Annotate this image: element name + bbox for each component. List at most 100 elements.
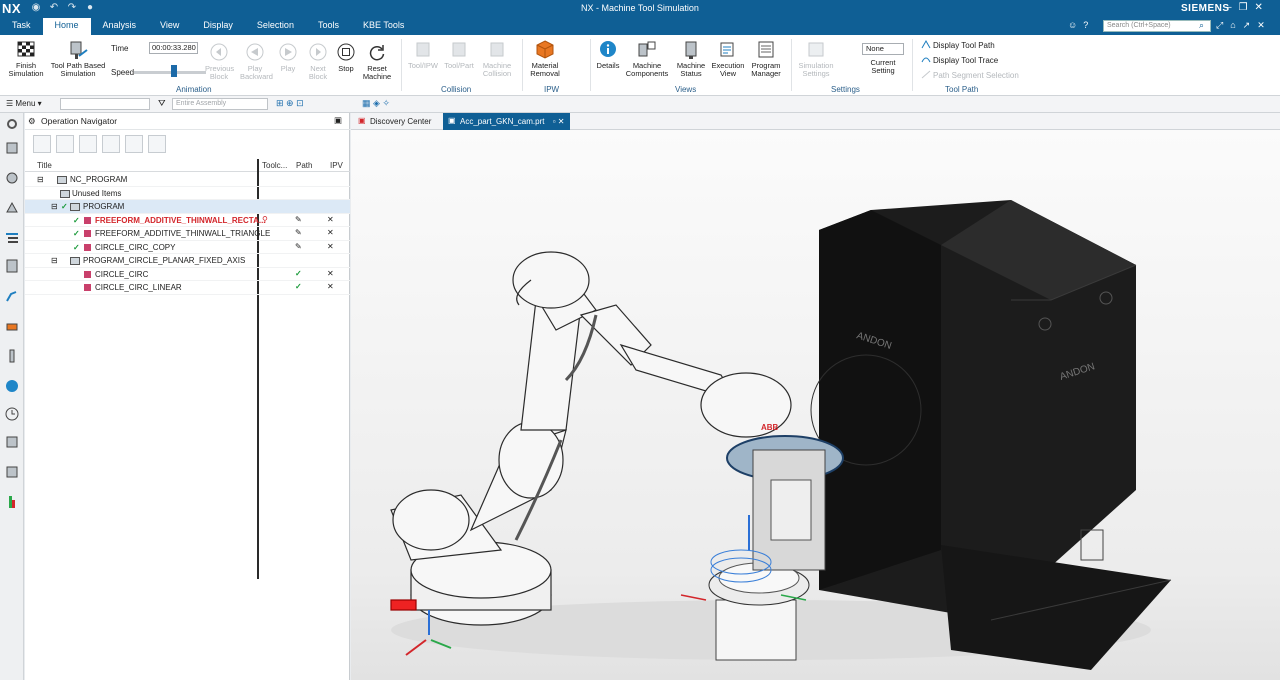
help-icon[interactable]: ? bbox=[1083, 20, 1088, 30]
machine-tool-view-icon[interactable] bbox=[56, 135, 74, 153]
column-ipv[interactable]: IPV bbox=[330, 161, 343, 170]
restore-icon[interactable]: ❐ bbox=[1239, 2, 1248, 13]
robot-navigator-icon[interactable] bbox=[4, 288, 20, 304]
tab-tools[interactable]: Tools bbox=[306, 18, 351, 35]
graphics-window[interactable]: ANDON ANDON ABB bbox=[351, 130, 1280, 680]
display-tool-trace-toggle[interactable]: Display Tool Trace bbox=[921, 55, 998, 65]
finish-simulation-button[interactable]: Finish Simulation bbox=[6, 40, 46, 78]
expand-toggle-icon[interactable]: ⊟ bbox=[51, 256, 58, 265]
display-tool-path-toggle[interactable]: Display Tool Path bbox=[921, 40, 995, 50]
command-search-input[interactable]: Search (Ctrl+Space) bbox=[1103, 20, 1211, 32]
roles-icon[interactable] bbox=[4, 464, 20, 480]
web-browser-icon[interactable] bbox=[4, 378, 20, 394]
tool-library-icon[interactable] bbox=[4, 348, 20, 364]
tab-close-icon[interactable]: ▫ ✕ bbox=[553, 117, 565, 126]
machine-tool-navigator-icon[interactable] bbox=[4, 258, 20, 274]
machine-status-button[interactable]: Machine Status bbox=[674, 40, 708, 78]
smiley-icon[interactable]: ☺ bbox=[1068, 20, 1077, 30]
tool-ipw-icon bbox=[416, 42, 430, 57]
tree-row-operation[interactable]: ✓ FREEFORM_ADDITIVE_THINWALL_RECTA... ⚲ … bbox=[25, 214, 350, 227]
views-group-label: Views bbox=[675, 85, 697, 94]
machine-components-button[interactable]: Machine Components bbox=[624, 40, 670, 78]
reset-machine-button[interactable]: Reset Machine bbox=[360, 43, 394, 81]
expand-icon[interactable]: ⤢ bbox=[1216, 20, 1223, 31]
program-order-view-icon[interactable] bbox=[33, 135, 51, 153]
tool-part-collision-button[interactable]: Tool/Part bbox=[442, 40, 476, 70]
expand-toggle-icon[interactable]: ⊟ bbox=[37, 175, 44, 184]
scope-select[interactable]: Entire Assembly bbox=[172, 98, 268, 110]
play-button[interactable]: Play bbox=[276, 43, 300, 73]
tree-row-unused-items[interactable]: Unused Items bbox=[25, 187, 350, 200]
time-input[interactable]: 00:00:33.280 bbox=[149, 42, 198, 54]
feature-view-icon[interactable] bbox=[125, 135, 143, 153]
speed-slider-thumb[interactable] bbox=[170, 65, 177, 77]
play-backward-button[interactable]: Play Backward bbox=[240, 43, 273, 81]
setting-select[interactable]: None bbox=[862, 43, 904, 55]
reuse-library-icon[interactable] bbox=[4, 200, 20, 216]
tab-selection[interactable]: Selection bbox=[245, 18, 306, 35]
type-filter-select[interactable] bbox=[60, 98, 150, 110]
palette-icon[interactable] bbox=[4, 494, 20, 510]
simulation-settings-button[interactable]: Simulation Settings bbox=[796, 40, 836, 78]
tree-row-program[interactable]: ⊟ ✓ PROGRAM bbox=[25, 200, 350, 214]
folder-icon bbox=[60, 189, 70, 198]
current-setting-button[interactable]: Current Setting bbox=[864, 59, 902, 75]
tree-row-nc-program[interactable]: ⊟ NC_PROGRAM bbox=[25, 173, 350, 187]
window-title: NX - Machine Tool Simulation bbox=[581, 3, 699, 13]
tree-row-operation[interactable]: CIRCLE_CIRC_LINEAR ✓ ✕ bbox=[25, 281, 350, 295]
menu-button[interactable]: ☰ Menu ▾ bbox=[6, 99, 42, 108]
close-icon[interactable]: ✕ bbox=[1255, 2, 1263, 13]
column-path[interactable]: Path bbox=[296, 161, 312, 170]
previous-block-button[interactable]: Previous Block bbox=[205, 43, 234, 81]
path-ok-icon: ✓ bbox=[295, 282, 302, 291]
settings-gear-icon[interactable] bbox=[4, 116, 20, 132]
expand-toggle-icon[interactable]: ⊟ bbox=[51, 202, 58, 211]
view-orient-icon[interactable]: ▦ ◈ ✧ bbox=[362, 98, 390, 109]
path-segment-selection-toggle[interactable]: Path Segment Selection bbox=[921, 70, 1019, 80]
tool-ipw-collision-button[interactable]: Tool/IPW bbox=[406, 40, 440, 70]
search-icon[interactable]: ⌕ bbox=[1199, 20, 1204, 31]
window-close-icon[interactable]: ✕ bbox=[1257, 20, 1265, 31]
machine-collision-button[interactable]: Machine Collision bbox=[478, 40, 516, 78]
stop-button[interactable]: Stop bbox=[334, 43, 358, 73]
tree-row-program-circle[interactable]: ⊟ PROGRAM_CIRCLE_PLANAR_FIXED_AXIS bbox=[25, 254, 350, 268]
tab-analysis[interactable]: Analysis bbox=[91, 18, 149, 35]
tree-row-operation[interactable]: ✓ FREEFORM_ADDITIVE_THINWALL_TRIANGLE ✎ … bbox=[25, 227, 350, 241]
filter-view-icon[interactable] bbox=[148, 135, 166, 153]
tree-row-operation[interactable]: ✓ CIRCLE_CIRC_COPY ✎ ✕ bbox=[25, 241, 350, 254]
material-removal-button[interactable]: Material Removal bbox=[527, 40, 563, 78]
history-icon[interactable] bbox=[4, 406, 20, 422]
pin-icon[interactable]: ↗ bbox=[1243, 20, 1251, 31]
operation-navigator-icon[interactable] bbox=[4, 230, 20, 246]
column-title[interactable]: Title bbox=[37, 161, 52, 170]
method-view-icon[interactable] bbox=[102, 135, 120, 153]
tab-view[interactable]: View bbox=[148, 18, 191, 35]
filter-icon[interactable]: ⛛ bbox=[158, 98, 166, 109]
home-icon[interactable]: ⌂ bbox=[1230, 20, 1235, 31]
execution-view-button[interactable]: Execution View bbox=[710, 40, 746, 78]
program-manager-button[interactable]: Program Manager bbox=[748, 40, 784, 78]
assembly-navigator-icon[interactable] bbox=[4, 170, 20, 186]
tab-home[interactable]: Home bbox=[42, 18, 91, 35]
tab-task[interactable]: Task bbox=[0, 18, 43, 35]
details-button[interactable]: Details bbox=[594, 40, 622, 70]
tab-discovery-center[interactable]: ▣ Discovery Center bbox=[353, 113, 437, 130]
tab-display[interactable]: Display bbox=[191, 18, 245, 35]
part-navigator-icon[interactable] bbox=[4, 140, 20, 156]
minimize-icon[interactable]: – bbox=[1226, 2, 1232, 13]
fixture-icon[interactable] bbox=[4, 318, 20, 334]
execution-view-icon bbox=[720, 42, 734, 57]
next-block-button[interactable]: Next Block bbox=[304, 43, 332, 81]
tool-path-simulation-button[interactable]: Tool Path Based Simulation bbox=[50, 40, 106, 78]
tab-part-file[interactable]: ▣ Acc_part_GKN_cam.prt ▫ ✕ bbox=[443, 113, 571, 130]
process-studio-icon[interactable] bbox=[4, 434, 20, 450]
ribbon-separator bbox=[522, 39, 523, 91]
tree-row-operation[interactable]: CIRCLE_CIRC ✓ ✕ bbox=[25, 268, 350, 281]
path-regenerate-icon: ✎ bbox=[295, 214, 302, 224]
column-toolchange[interactable]: Toolc... bbox=[262, 161, 287, 170]
tab-kbe-tools[interactable]: KBE Tools bbox=[351, 18, 416, 35]
navigator-view-tools bbox=[33, 135, 166, 153]
snap-icon[interactable]: ⊞ ⊕ ⊡ bbox=[276, 98, 304, 109]
collapse-panel-icon[interactable]: ▣ bbox=[334, 115, 342, 126]
geometry-view-icon[interactable] bbox=[79, 135, 97, 153]
